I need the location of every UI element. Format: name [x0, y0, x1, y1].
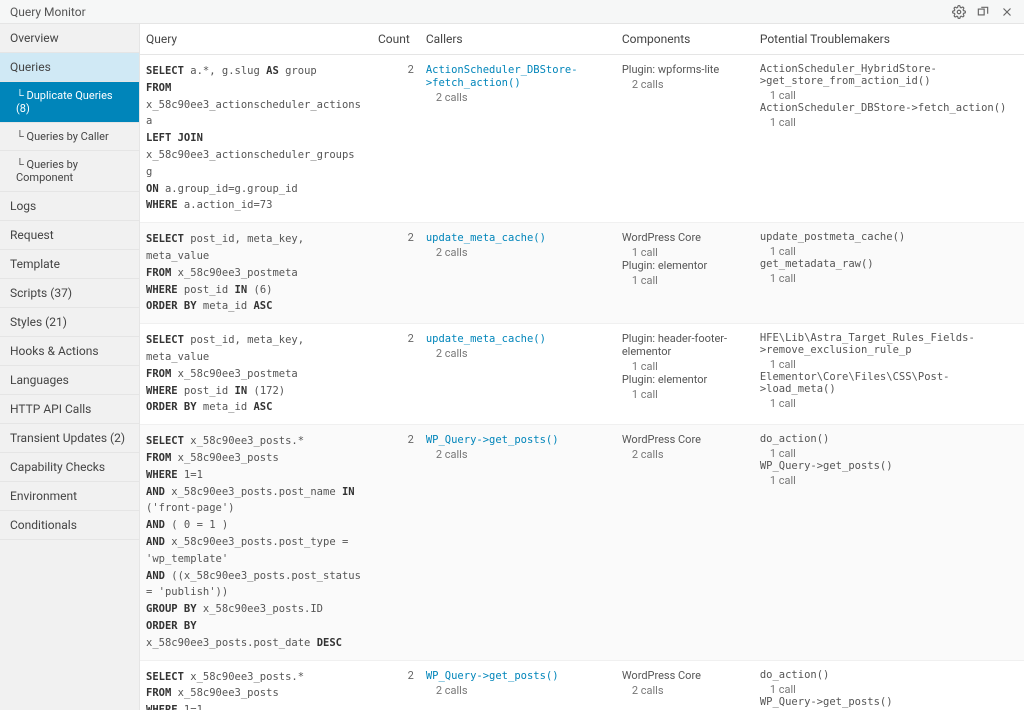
sidebar-item[interactable]: └ Queries by Caller — [0, 123, 139, 151]
components-cell: Plugin: header-footer-elementor1 callPlu… — [616, 324, 754, 425]
close-icon[interactable] — [1000, 5, 1014, 19]
table-row: SELECT x_58c90ee3_posts.*FROM x_58c90ee3… — [140, 425, 1024, 660]
components-cell: WordPress Core2 calls — [616, 425, 754, 660]
trouble-cell: ActionScheduler_HybridStore->get_store_f… — [754, 55, 1024, 223]
sidebar-item[interactable]: └ Duplicate Queries (8) — [0, 82, 139, 123]
count-cell: 2 — [372, 55, 420, 223]
count-cell: 2 — [372, 324, 420, 425]
sidebar-item[interactable]: Transient Updates (2) — [0, 424, 139, 453]
components-cell: Plugin: wpforms-lite2 calls — [616, 55, 754, 223]
table-row: SELECT x_58c90ee3_posts.*FROM x_58c90ee3… — [140, 660, 1024, 710]
trouble-cell: update_postmeta_cache()1 callget_metadat… — [754, 223, 1024, 324]
sidebar-item[interactable]: Template — [0, 250, 139, 279]
col-count[interactable]: Count — [372, 24, 420, 55]
sidebar-item[interactable]: Queries — [0, 53, 139, 82]
caller-link[interactable]: update_meta_cache() — [426, 232, 546, 244]
trouble-cell: HFE\Lib\Astra_Target_Rules_Fields->remov… — [754, 324, 1024, 425]
caller-link[interactable]: WP_Query->get_posts() — [426, 434, 559, 446]
query-cell: SELECT post_id, meta_key, meta_valueFROM… — [140, 324, 372, 425]
table-row: SELECT post_id, meta_key, meta_valueFROM… — [140, 223, 1024, 324]
count-cell: 2 — [372, 223, 420, 324]
query-cell: SELECT x_58c90ee3_posts.*FROM x_58c90ee3… — [140, 660, 372, 710]
sidebar: OverviewQueries└ Duplicate Queries (8)└ … — [0, 24, 140, 710]
query-cell: SELECT x_58c90ee3_posts.*FROM x_58c90ee3… — [140, 425, 372, 660]
sidebar-item[interactable]: Hooks & Actions — [0, 337, 139, 366]
count-cell: 2 — [372, 660, 420, 710]
sidebar-item[interactable]: HTTP API Calls — [0, 395, 139, 424]
window-title: Query Monitor — [10, 5, 86, 19]
content: Query Count Callers Components Potential… — [140, 24, 1024, 710]
table-row: SELECT post_id, meta_key, meta_valueFROM… — [140, 324, 1024, 425]
maximize-icon[interactable] — [976, 5, 990, 19]
sidebar-item[interactable]: Capability Checks — [0, 453, 139, 482]
callers-cell: ActionScheduler_DBStore->fetch_action()2… — [420, 55, 616, 223]
col-components[interactable]: Components — [616, 24, 754, 55]
col-callers[interactable]: Callers — [420, 24, 616, 55]
callers-cell: WP_Query->get_posts()2 calls — [420, 425, 616, 660]
components-cell: WordPress Core1 callPlugin: elementor1 c… — [616, 223, 754, 324]
components-cell: WordPress Core2 calls — [616, 660, 754, 710]
callers-cell: update_meta_cache()2 calls — [420, 223, 616, 324]
query-table: Query Count Callers Components Potential… — [140, 24, 1024, 710]
gear-icon[interactable] — [952, 5, 966, 19]
caller-link[interactable]: update_meta_cache() — [426, 333, 546, 345]
caller-link[interactable]: ActionScheduler_DBStore->fetch_action() — [426, 64, 578, 89]
sidebar-item[interactable]: └ Queries by Component — [0, 151, 139, 192]
col-query[interactable]: Query — [140, 24, 372, 55]
callers-cell: update_meta_cache()2 calls — [420, 324, 616, 425]
sidebar-item[interactable]: Conditionals — [0, 511, 139, 540]
callers-cell: WP_Query->get_posts()2 calls — [420, 660, 616, 710]
sidebar-item[interactable]: Languages — [0, 366, 139, 395]
header: Query Monitor — [0, 0, 1024, 24]
sidebar-item[interactable]: Overview — [0, 24, 139, 53]
query-cell: SELECT a.*, g.slug AS groupFROM x_58c90e… — [140, 55, 372, 223]
caller-link[interactable]: WP_Query->get_posts() — [426, 670, 559, 682]
trouble-cell: do_action()1 callWP_Query->get_posts()1 … — [754, 425, 1024, 660]
sidebar-item[interactable]: Environment — [0, 482, 139, 511]
sidebar-item[interactable]: Logs — [0, 192, 139, 221]
col-trouble[interactable]: Potential Troublemakers — [754, 24, 1024, 55]
trouble-cell: do_action()1 callWP_Query->get_posts()1 … — [754, 660, 1024, 710]
table-row: SELECT a.*, g.slug AS groupFROM x_58c90e… — [140, 55, 1024, 223]
query-cell: SELECT post_id, meta_key, meta_valueFROM… — [140, 223, 372, 324]
sidebar-item[interactable]: Styles (21) — [0, 308, 139, 337]
sidebar-item[interactable]: Request — [0, 221, 139, 250]
count-cell: 2 — [372, 425, 420, 660]
sidebar-item[interactable]: Scripts (37) — [0, 279, 139, 308]
header-icons — [952, 5, 1014, 19]
